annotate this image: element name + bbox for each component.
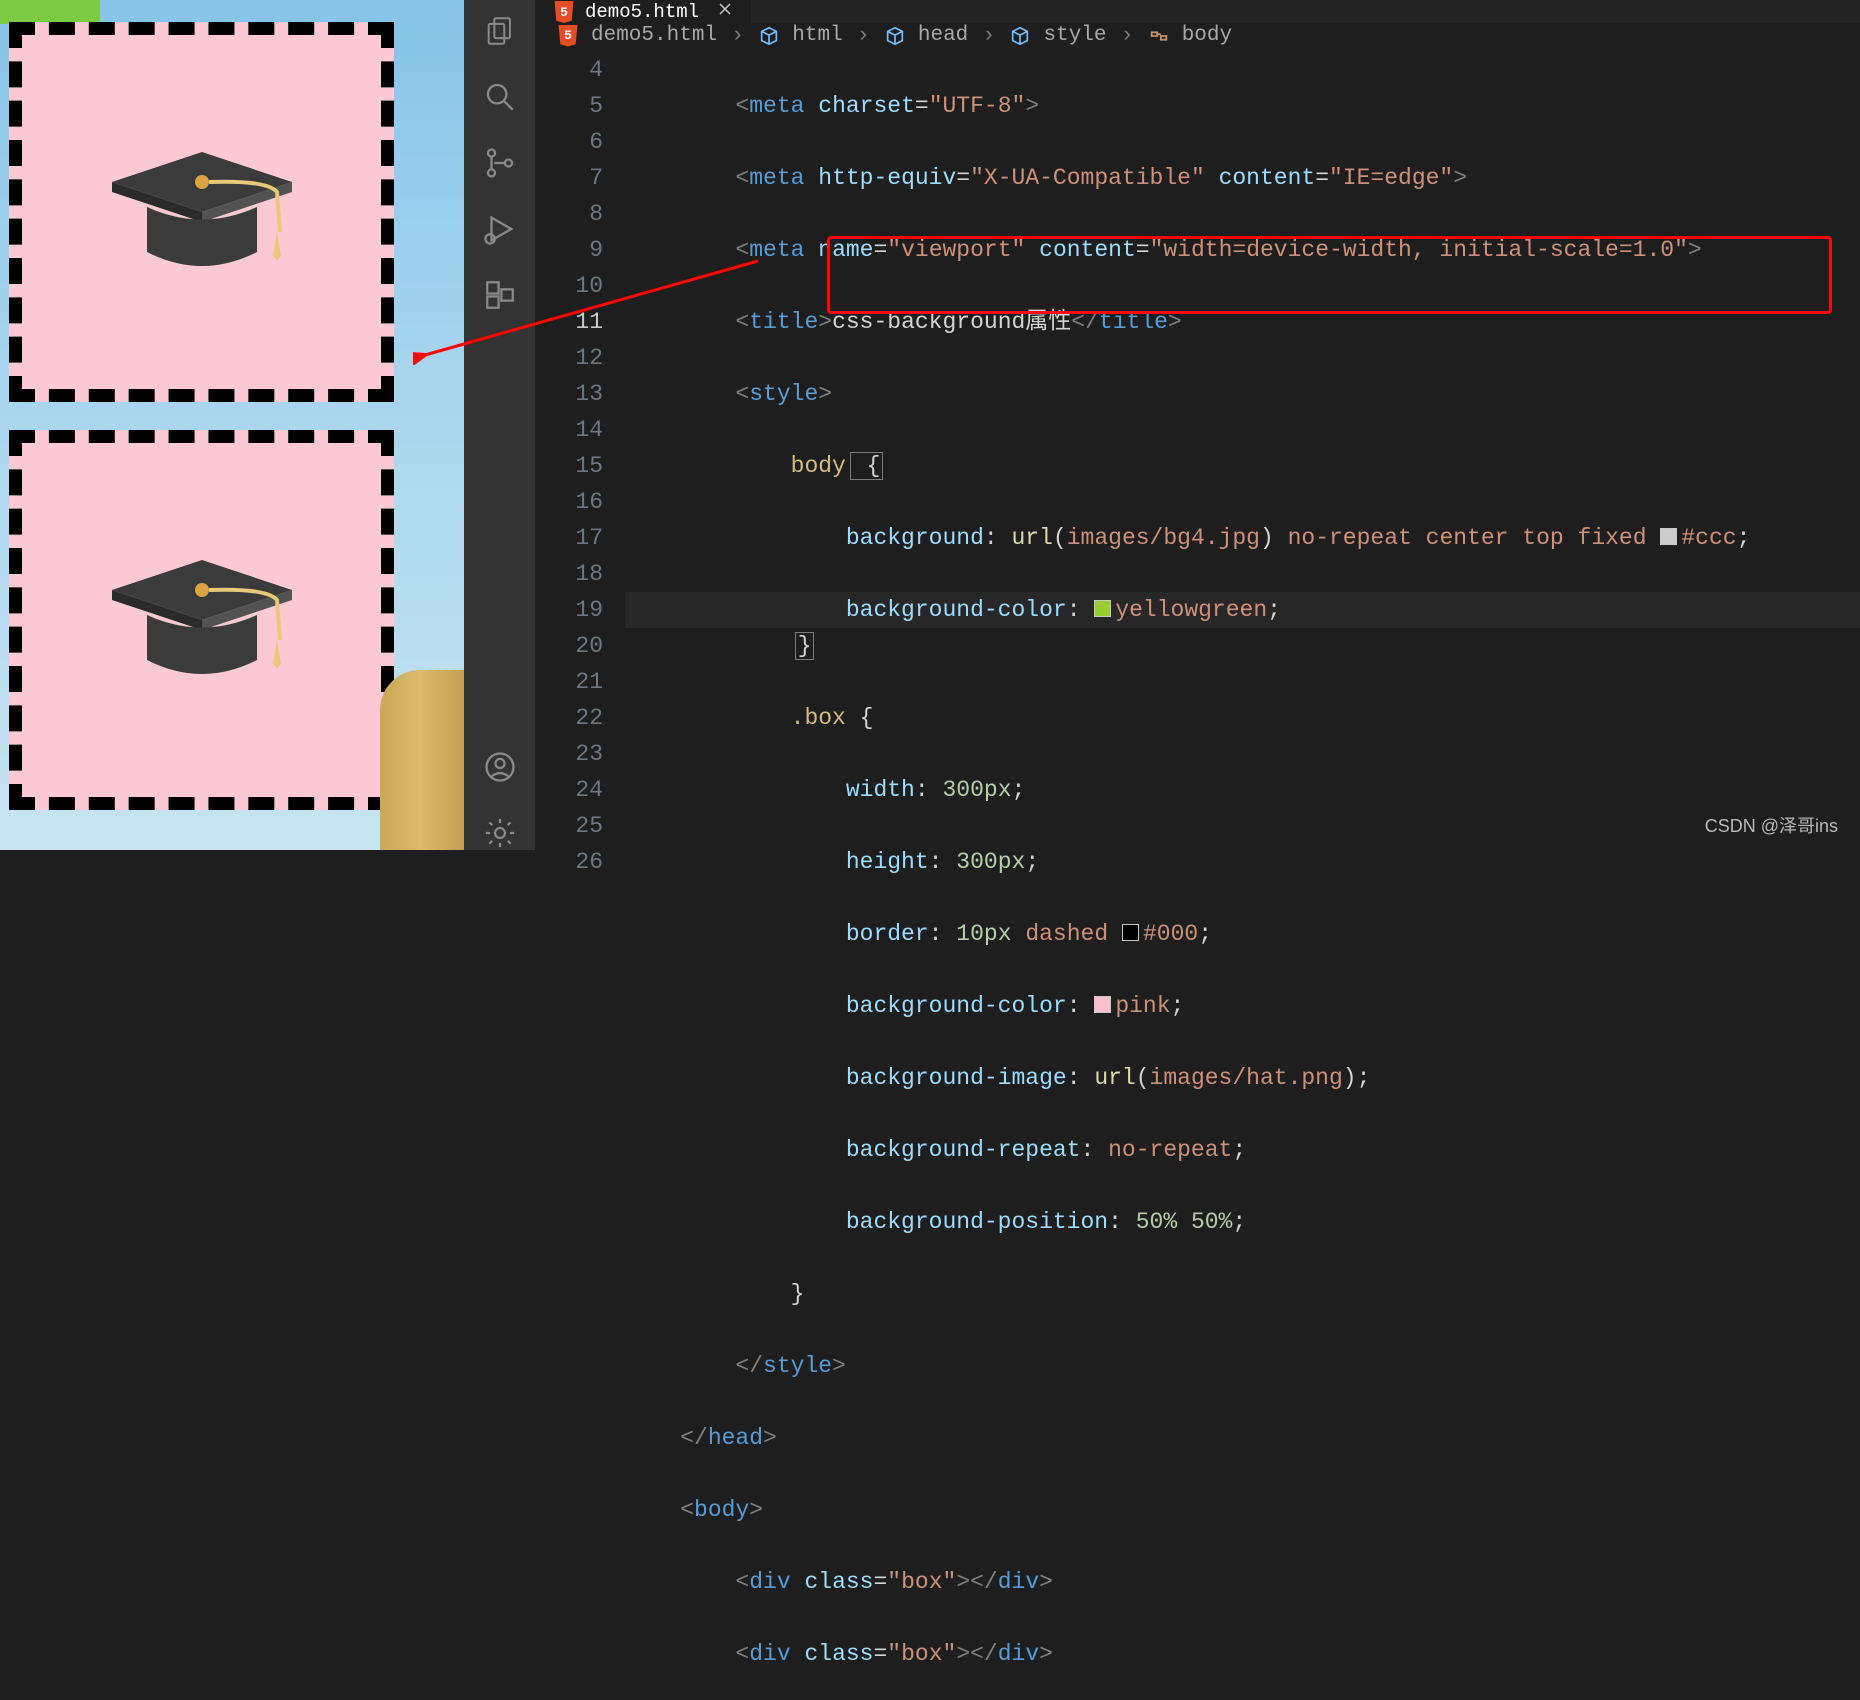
breadcrumb-file[interactable]: demo5.html bbox=[591, 24, 717, 47]
watermark: CSDN @泽哥ins bbox=[1705, 812, 1838, 838]
line-gutter: 4567891011121314151617181920212223242526 bbox=[535, 48, 625, 1700]
html5-icon: 5 bbox=[553, 1, 575, 23]
search-icon[interactable] bbox=[483, 80, 517, 114]
editor-window: 5 demo5.html 5 demo5.html html head styl… bbox=[464, 0, 1860, 850]
chevron-right-icon bbox=[729, 23, 746, 48]
explorer-icon[interactable] bbox=[483, 14, 517, 48]
chevron-right-icon bbox=[980, 23, 997, 48]
preview-box bbox=[9, 430, 394, 810]
graduation-hat-icon bbox=[92, 540, 312, 700]
preview-box bbox=[9, 22, 394, 402]
symbol-icon bbox=[1148, 25, 1170, 47]
symbol-icon bbox=[1009, 25, 1031, 47]
editor-tab[interactable]: 5 demo5.html bbox=[535, 0, 751, 23]
tab-bar: 5 demo5.html bbox=[535, 0, 1860, 23]
breadcrumb-segment[interactable]: body bbox=[1182, 24, 1232, 47]
preview-accent bbox=[0, 0, 100, 24]
close-icon[interactable] bbox=[717, 1, 733, 23]
source-control-icon[interactable] bbox=[483, 146, 517, 180]
breadcrumb-segment[interactable]: html bbox=[792, 24, 842, 47]
breadcrumb-segment[interactable]: style bbox=[1043, 24, 1106, 47]
graduation-hat-icon bbox=[92, 132, 312, 292]
accounts-icon[interactable] bbox=[483, 750, 517, 784]
activity-bar bbox=[464, 0, 535, 850]
breadcrumb[interactable]: 5 demo5.html html head style body bbox=[535, 23, 1860, 48]
symbol-icon bbox=[758, 25, 780, 47]
code-area[interactable]: <meta charset="UTF-8"> <meta http-equiv=… bbox=[625, 48, 1860, 1700]
browser-preview bbox=[0, 0, 464, 850]
breadcrumb-segment[interactable]: head bbox=[918, 24, 968, 47]
chevron-right-icon bbox=[855, 23, 872, 48]
chevron-right-icon bbox=[1119, 23, 1136, 48]
tab-filename: demo5.html bbox=[585, 1, 699, 23]
extensions-icon[interactable] bbox=[483, 278, 517, 312]
html5-icon: 5 bbox=[557, 25, 579, 47]
code-editor[interactable]: 4567891011121314151617181920212223242526… bbox=[535, 48, 1860, 1700]
symbol-icon bbox=[884, 25, 906, 47]
run-debug-icon[interactable] bbox=[483, 212, 517, 246]
settings-gear-icon[interactable] bbox=[483, 816, 517, 850]
